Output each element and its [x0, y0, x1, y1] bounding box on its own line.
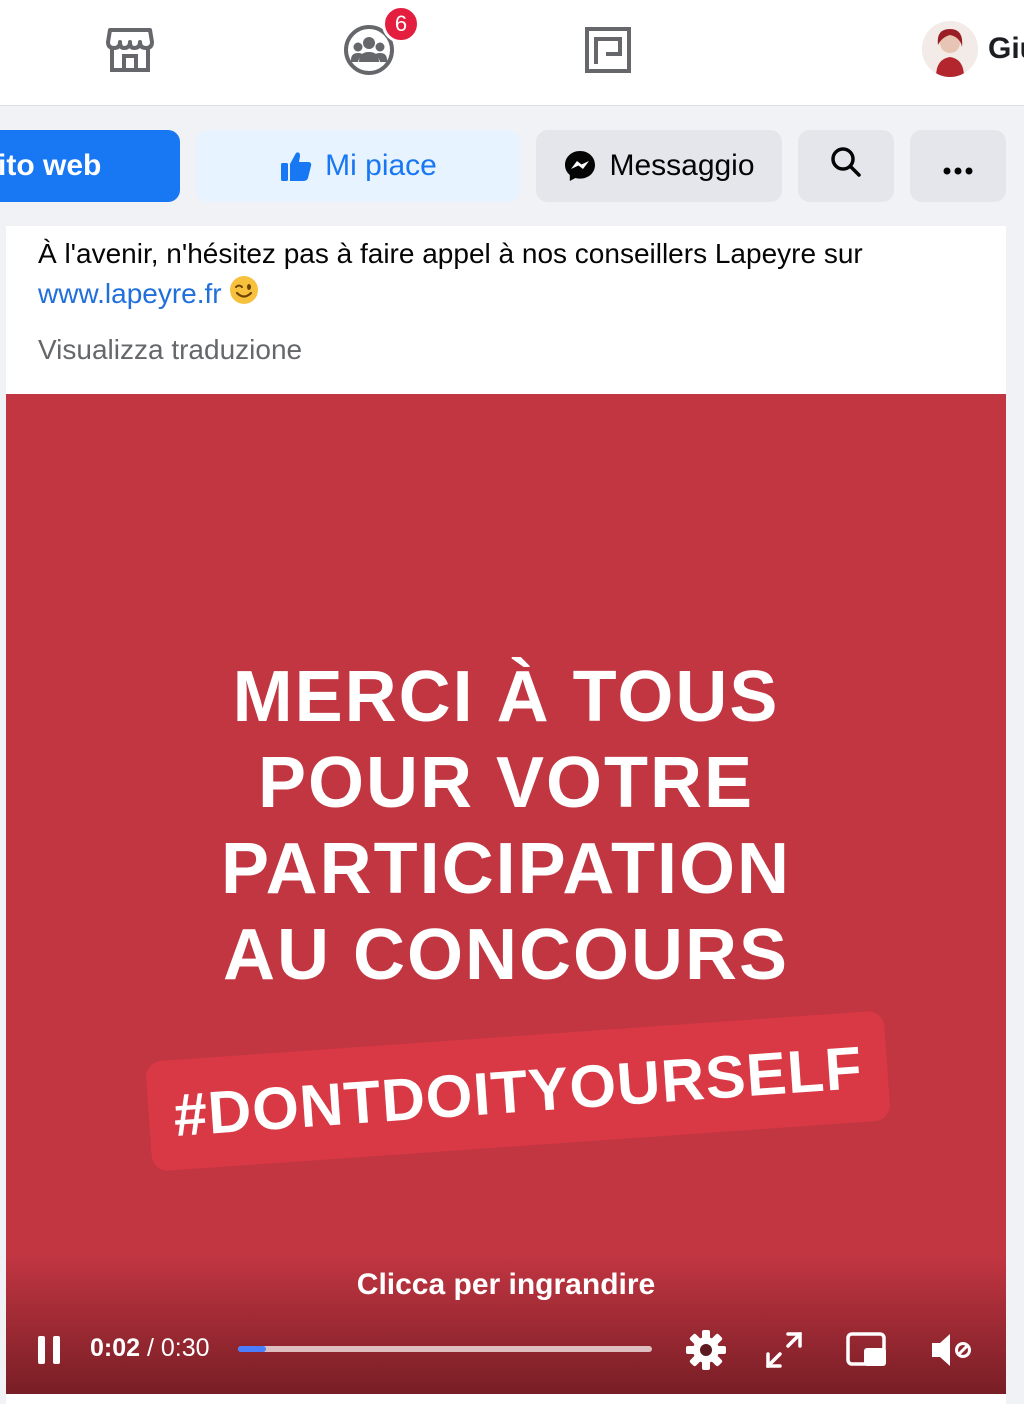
hashtag-text: #DONTDOITYOURSELF [171, 1033, 865, 1149]
top-navigation: 6 Giu [0, 0, 1024, 106]
like-page-button[interactable]: Mi piace [196, 130, 520, 202]
notification-badge: 6 [382, 5, 420, 43]
gaming-icon[interactable] [582, 24, 634, 76]
picture-in-picture-icon[interactable] [844, 1328, 888, 1372]
hashtag-banner: #DONTDOITYOURSELF [145, 1010, 891, 1172]
progress-fill [238, 1346, 266, 1352]
see-translation-link[interactable]: Visualizza traduzione [38, 334, 302, 366]
settings-icon[interactable] [684, 1328, 728, 1372]
headline-line: MERCI À TOUS [232, 657, 780, 737]
wink-emoji-icon [228, 274, 260, 317]
pause-icon[interactable] [34, 1334, 64, 1366]
website-button[interactable]: ito web [0, 130, 180, 202]
fullscreen-icon[interactable] [762, 1328, 806, 1372]
zoom-hint[interactable]: Clicca per ingrandire [6, 1268, 1006, 1302]
current-time: 0:02 [90, 1334, 141, 1362]
video-headline: MERCI À TOUS POUR VOTRE PARTICIPATION AU… [6, 654, 1006, 998]
volume-icon[interactable] [928, 1328, 972, 1372]
headline-line: POUR VOTRE [257, 743, 755, 823]
headline-line: AU CONCOURS [222, 915, 789, 995]
search-icon [830, 146, 862, 186]
message-button-label: Messaggio [609, 149, 755, 182]
post-text: À l'avenir, n'hésitez pas à faire appel … [38, 234, 988, 317]
like-icon [279, 149, 313, 183]
progress-bar[interactable] [238, 1346, 652, 1352]
message-button[interactable]: Messaggio [536, 130, 782, 202]
video-time: 0:02 / 0:30 [90, 1334, 210, 1363]
more-icon [943, 149, 973, 183]
duration: 0:30 [160, 1334, 210, 1362]
profile-name[interactable]: Giu [988, 32, 1024, 66]
avatar[interactable] [922, 21, 978, 77]
messenger-icon [563, 149, 597, 183]
post-body: À l'avenir, n'hésitez pas à faire appel … [38, 238, 863, 269]
page-action-bar: ito web Mi piace Messaggio [0, 106, 1024, 224]
video-player[interactable]: MERCI À TOUS POUR VOTRE PARTICIPATION AU… [6, 394, 1006, 1394]
more-options-button[interactable] [910, 130, 1006, 202]
headline-line: PARTICIPATION [221, 829, 791, 909]
post-link[interactable]: www.lapeyre.fr [38, 278, 222, 309]
post-card: À l'avenir, n'hésitez pas à faire appel … [6, 226, 1006, 1404]
like-button-label: Mi piace [325, 149, 437, 182]
website-button-label: ito web [0, 149, 102, 182]
search-button[interactable] [798, 130, 894, 202]
time-separator: / [140, 1334, 161, 1362]
store-icon[interactable] [104, 24, 156, 76]
